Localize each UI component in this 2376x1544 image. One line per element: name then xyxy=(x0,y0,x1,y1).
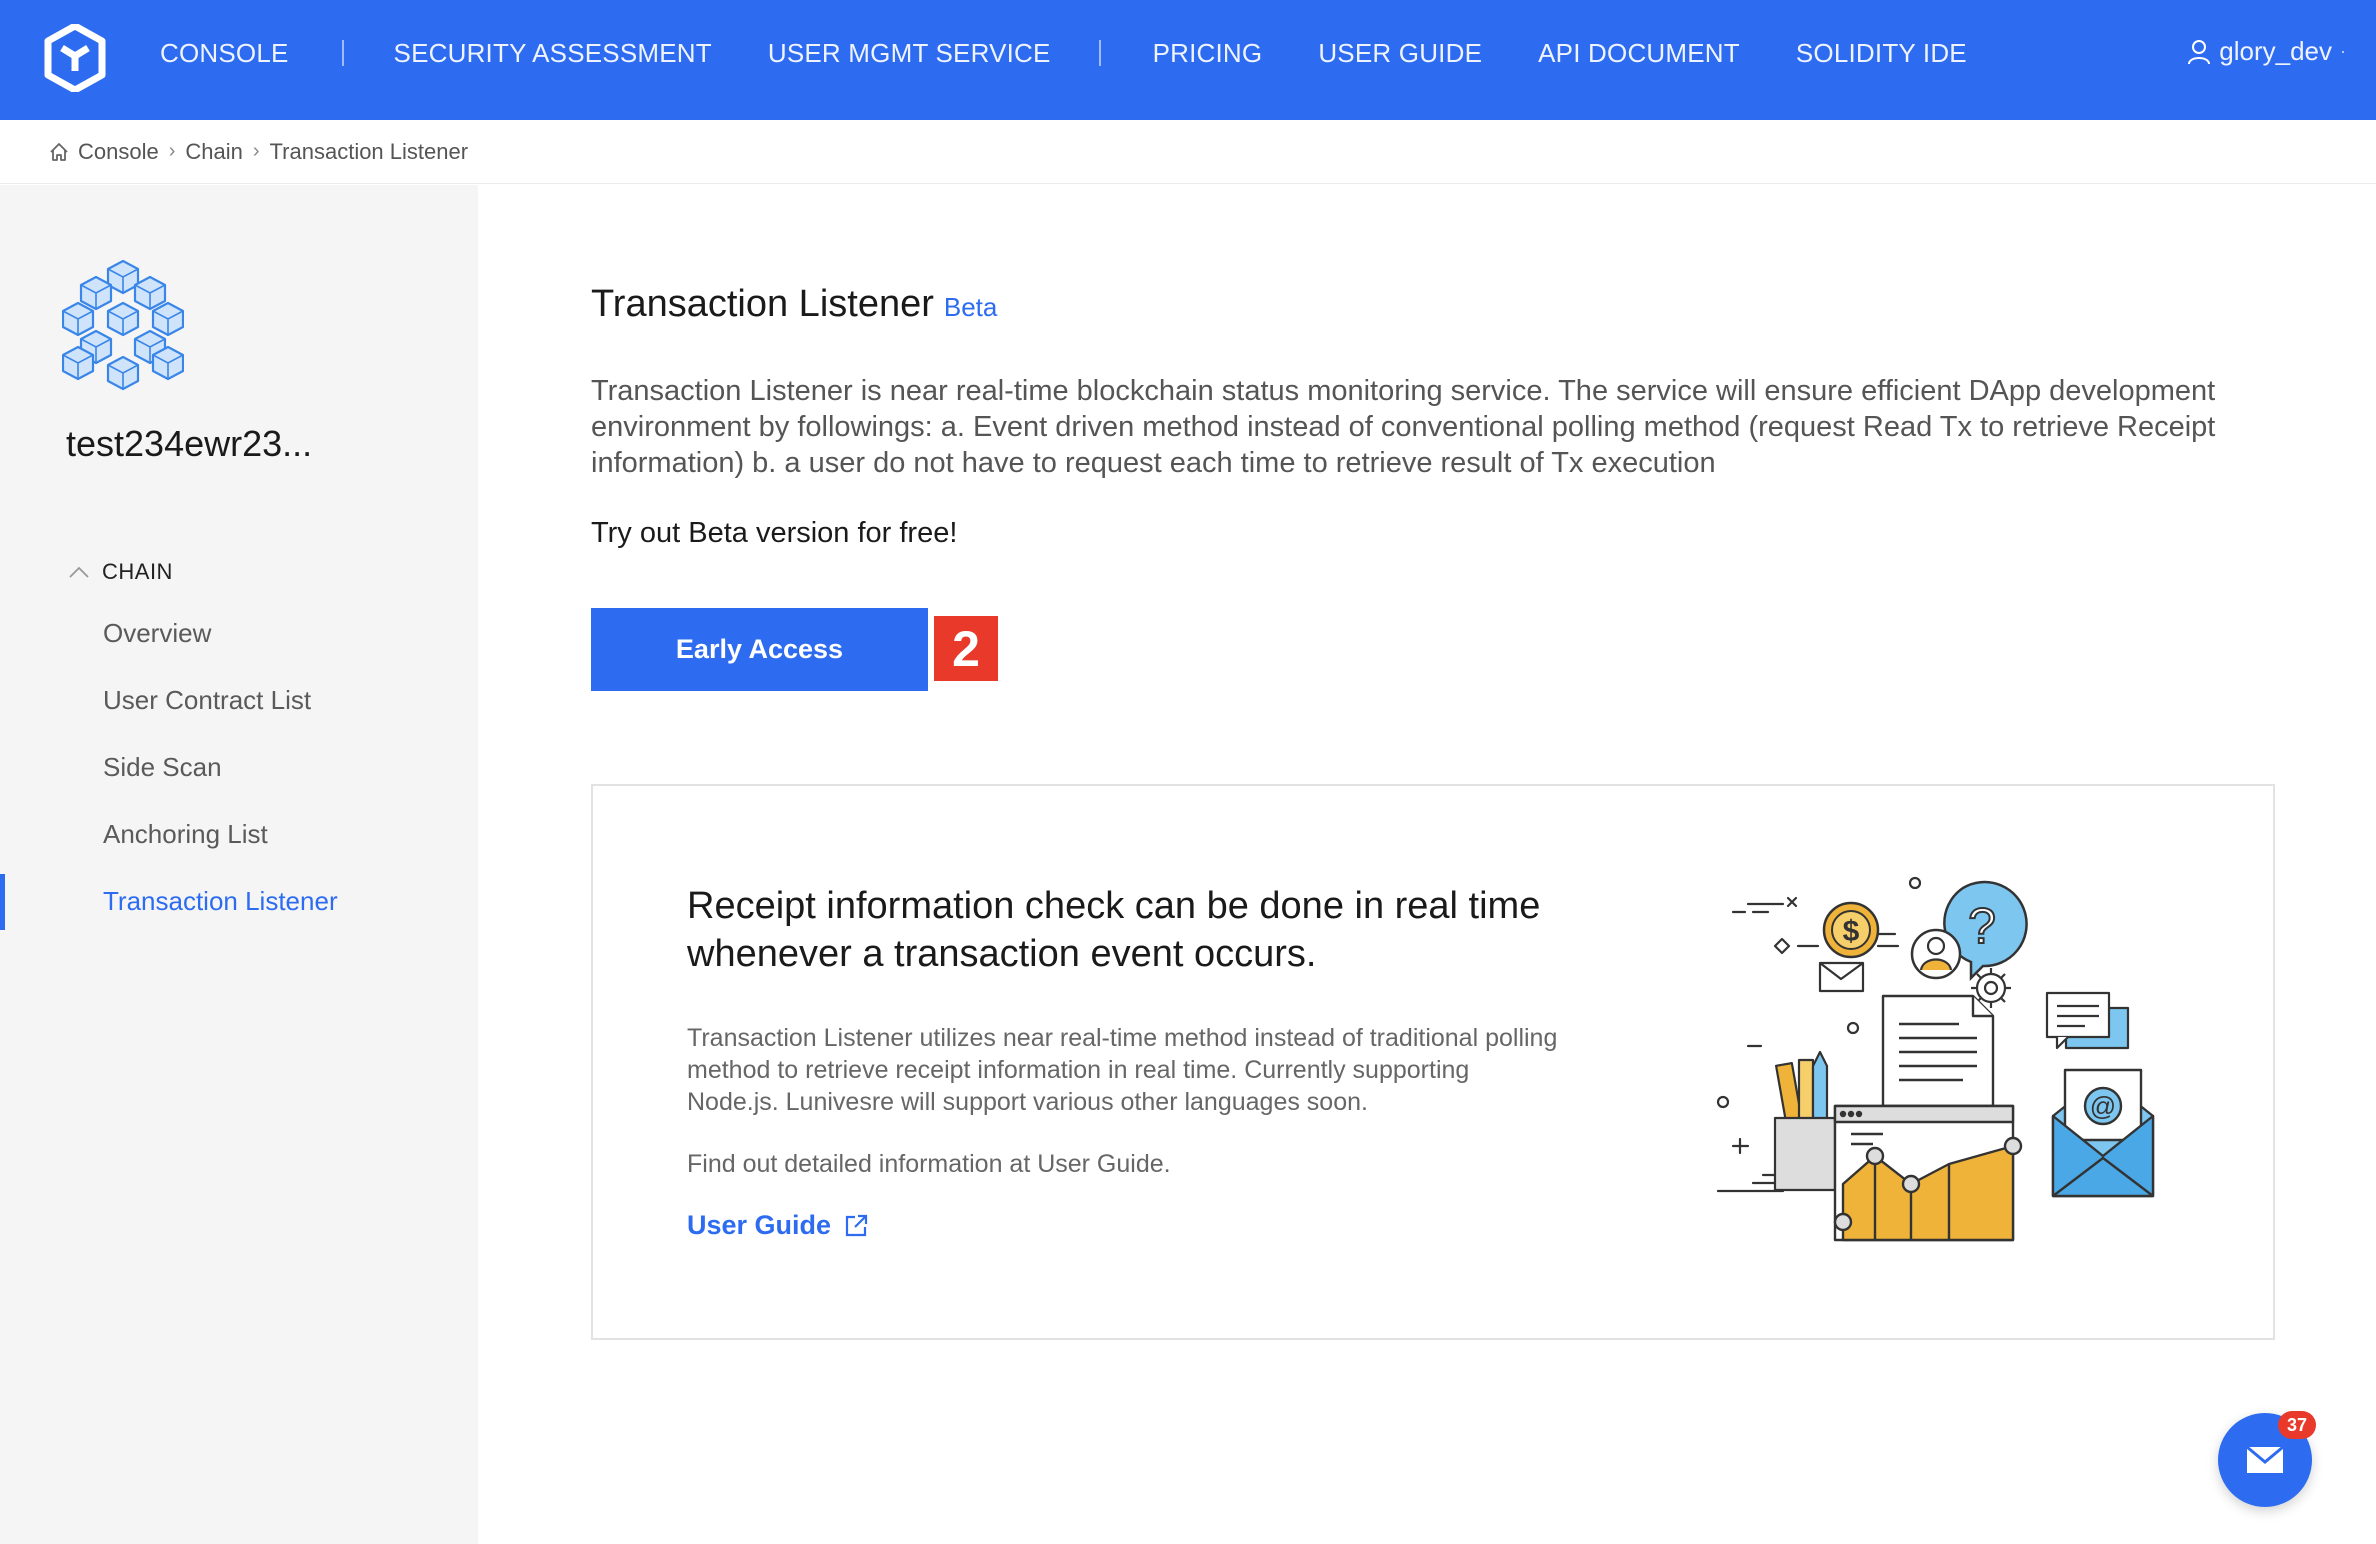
beta-tag: Beta xyxy=(943,292,998,322)
nav-user-guide[interactable]: USER GUIDE xyxy=(1318,38,1482,69)
receipt-analytics-illustration: $ ? @ xyxy=(1716,876,2155,1242)
sidebar-item-user-contract-list[interactable]: User Contract List xyxy=(0,667,478,734)
nav-user-mgmt-service[interactable]: USER MGMT SERVICE xyxy=(768,38,1051,69)
svg-text:?: ? xyxy=(1968,898,1996,954)
sidebar-item-side-scan[interactable]: Side Scan xyxy=(0,734,478,801)
nav-solidity-ide[interactable]: SOLIDITY IDE xyxy=(1796,38,1967,69)
nav-divider xyxy=(1098,40,1101,66)
sidebar: test234ewr23... CHAIN Overview User Cont… xyxy=(0,185,478,1544)
sidebar-item-anchoring-list[interactable]: Anchoring List xyxy=(0,801,478,868)
card-find-text: Find out detailed information at User Gu… xyxy=(687,1150,1171,1178)
user-guide-link-label: User Guide xyxy=(687,1210,832,1240)
nav-api-document[interactable]: API DOCUMENT xyxy=(1538,38,1740,69)
user-menu[interactable]: glory_dev · xyxy=(2187,36,2346,67)
sidebar-section-chain[interactable]: CHAIN xyxy=(68,559,173,585)
info-card: Receipt information check can be done in… xyxy=(591,784,2275,1340)
chevron-right-icon: › xyxy=(252,140,260,162)
card-body: Transaction Listener utilizes near real-… xyxy=(687,1024,1558,1116)
breadcrumb-chain[interactable]: Chain xyxy=(185,139,242,165)
sidebar-item-transaction-listener[interactable]: Transaction Listener xyxy=(0,868,478,935)
mail-icon xyxy=(2246,1445,2284,1473)
main-nav: CONSOLE SECURITY ASSESSMENT USER MGMT SE… xyxy=(160,0,1967,106)
top-navigation-bar: CONSOLE SECURITY ASSESSMENT USER MGMT SE… xyxy=(0,0,2376,120)
service-description: Transaction Listener is near real-time b… xyxy=(591,375,2216,479)
sidebar-menu: Overview User Contract List Side Scan An… xyxy=(0,600,478,935)
external-link-icon xyxy=(845,1214,868,1236)
page-title-text: Transaction Listener xyxy=(591,283,934,325)
early-access-button[interactable]: Early Access xyxy=(591,608,928,691)
lunivers-logo-icon[interactable] xyxy=(44,24,106,92)
username: glory_dev xyxy=(2219,36,2332,66)
nav-security-assessment[interactable]: SECURITY ASSESSMENT xyxy=(394,38,712,69)
breadcrumb: Console › Chain › Transaction Listener xyxy=(0,120,2376,184)
sidebar-item-overview[interactable]: Overview xyxy=(0,600,478,667)
sidebar-section-label: CHAIN xyxy=(102,559,173,584)
svg-text:$: $ xyxy=(1843,915,1860,948)
tryout-text: Try out Beta version for free! xyxy=(591,517,958,549)
main-content: Transaction Listener Beta Transaction Li… xyxy=(478,185,2376,1544)
home-icon[interactable] xyxy=(48,141,70,163)
chevron-right-icon: › xyxy=(168,140,176,162)
nav-console[interactable]: CONSOLE xyxy=(160,38,289,69)
user-guide-link[interactable]: User Guide xyxy=(687,1210,869,1241)
project-name: test234ewr23... xyxy=(66,423,313,464)
breadcrumb-console[interactable]: Console xyxy=(78,139,159,165)
breadcrumb-transaction-listener: Transaction Listener xyxy=(269,138,469,164)
svg-text:@: @ xyxy=(2090,1091,2116,1121)
page-title: Transaction Listener Beta xyxy=(591,283,997,326)
chain-cubes-icon xyxy=(62,259,184,391)
nav-divider xyxy=(341,40,344,66)
step-number-badge: 2 xyxy=(934,616,998,681)
user-menu-dot: · xyxy=(2340,41,2346,61)
chevron-up-icon xyxy=(69,566,89,578)
card-heading: Receipt information check can be done in… xyxy=(687,885,1541,975)
user-icon xyxy=(2188,39,2211,64)
chat-unread-badge: 37 xyxy=(2278,1411,2316,1439)
nav-pricing[interactable]: PRICING xyxy=(1153,38,1263,69)
